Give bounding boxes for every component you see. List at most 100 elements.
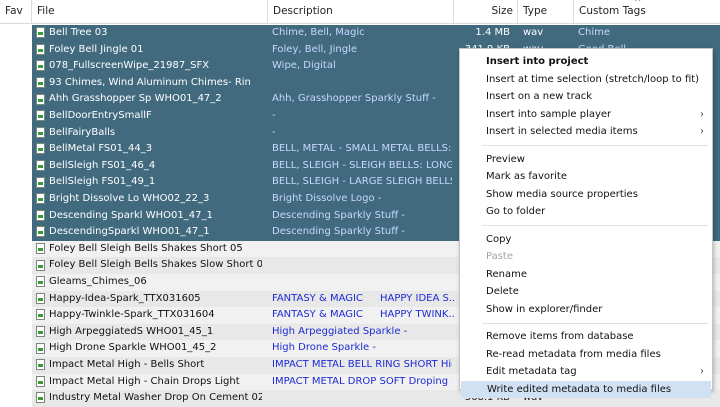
file-name: 93 Chimes, Wind Aluminum Chimes- Rin xyxy=(49,76,251,88)
file-name: Descending Sparkl WHO01_47_1 xyxy=(49,209,213,221)
description-cell: Ahh, Grasshopper Sparkly Stuff - xyxy=(272,93,436,105)
column-header-file[interactable]: File xyxy=(32,0,268,23)
description-cell: Foley, Bell, Jingle xyxy=(272,43,357,55)
menu-item-insert-on-a-new-track[interactable]: Insert on a new track xyxy=(460,88,712,105)
file-cell: BellSleigh FS01_46_4 xyxy=(36,158,262,175)
file-name: BellMetal FS01_44_3 xyxy=(49,143,153,155)
menu-item-go-to-folder[interactable]: Go to folder xyxy=(460,203,712,220)
menu-item-label: Remove items from database xyxy=(486,331,634,342)
audio-file-icon xyxy=(36,110,45,122)
type-cell: wav xyxy=(523,27,544,38)
menu-item-label: Show media source properties xyxy=(486,188,638,200)
menu-item-re-read-metadata-from-media-files[interactable]: Re-read metadata from media files xyxy=(460,346,712,363)
file-cell: Happy-Idea-Spark_TTX031605 xyxy=(36,291,262,308)
menu-item-label: Insert in selected media items xyxy=(486,126,638,137)
menu-item-write-edited-metadata-to-media-files[interactable]: Write edited metadata to media files xyxy=(461,380,711,398)
menu-item-label: Paste xyxy=(486,251,513,262)
menu-item-label: Go to folder xyxy=(486,206,546,217)
sort-indicator-icon: ^ xyxy=(634,0,642,8)
menu-item-insert-in-selected-media-items[interactable]: Insert in selected media items › xyxy=(460,123,712,140)
column-header-bar: Fav File Description Size Type Custom Ta… xyxy=(0,0,720,24)
audio-file-icon xyxy=(36,259,45,271)
description-cell xyxy=(272,390,452,407)
file-name: High Drone Sparkle WHO01_45_2 xyxy=(49,342,217,354)
file-name: BellDoorEntrySmallF xyxy=(49,110,152,121)
menu-item-mark-as-favorite[interactable]: Mark as favorite xyxy=(460,168,712,185)
file-name: BellSleigh FS01_46_4 xyxy=(49,159,156,171)
menu-item-label: Rename xyxy=(486,268,528,280)
menu-item-copy[interactable]: Copy xyxy=(460,231,712,248)
column-header-fav[interactable]: Fav xyxy=(0,0,32,23)
description-cell: IMPACT METAL BELL RING SHORT Hig... xyxy=(272,359,452,370)
description-cell: BELL, METAL - SMALL METAL BELLS: S... xyxy=(272,143,452,155)
column-header-custom-tags[interactable]: Custom Tags xyxy=(574,0,720,23)
menu-item-insert-into-sample-player[interactable]: Insert into sample player › xyxy=(460,106,712,123)
menu-item-show-media-source-properties[interactable]: Show media source properties xyxy=(460,186,712,203)
description-cell xyxy=(272,257,452,274)
description-extra: HAPPY IDEA S... xyxy=(380,292,455,304)
audio-file-icon xyxy=(36,27,45,39)
audio-file-icon xyxy=(36,60,45,72)
audio-file-icon xyxy=(36,93,45,105)
menu-item-remove-items-from-database[interactable]: Remove items from database xyxy=(460,328,712,345)
description-cell: - xyxy=(272,126,276,138)
file-cell: Impact Metal High - Bells Short xyxy=(36,357,262,374)
menu-item-edit-metadata-tag[interactable]: Edit metadata tag › xyxy=(460,363,712,380)
description-cell: Bright Dissolve Logo - xyxy=(272,193,382,204)
file-name: Gleams_Chimes_06 xyxy=(49,276,147,287)
description-cell xyxy=(272,75,452,92)
file-cell: Foley Bell Jingle 01 xyxy=(36,42,262,59)
menu-item-label: Insert on a new track xyxy=(486,91,593,102)
column-header-description[interactable]: Description xyxy=(268,0,454,23)
file-cell: Bright Dissolve Lo WHO02_22_3 xyxy=(36,191,262,208)
file-cell: BellDoorEntrySmallF xyxy=(36,108,262,125)
description-cell: IMPACT METAL DROP SOFT Droping ch... xyxy=(272,375,452,387)
file-name: BellFairyBalls xyxy=(49,126,116,138)
description-cell: BELL, SLEIGH - LARGE SLEIGH BELLS: ... xyxy=(272,176,452,188)
description-cell: FANTASY & MAGIC xyxy=(272,292,363,304)
column-header-size[interactable]: Size xyxy=(454,0,518,23)
file-cell: High Drone Sparkle WHO01_45_2 xyxy=(36,340,262,357)
file-cell: Gleams_Chimes_06 xyxy=(36,274,262,291)
audio-file-icon xyxy=(36,226,45,238)
chevron-right-icon: › xyxy=(700,108,704,120)
file-cell: BellMetal FS01_44_3 xyxy=(36,141,262,158)
file-cell: Industry Metal Washer Drop On Cement 02 xyxy=(36,390,262,407)
menu-item-label: Insert into sample player xyxy=(486,108,612,120)
menu-item-label: Edit metadata tag xyxy=(486,366,577,377)
menu-item-show-in-explorer-finder[interactable]: Show in explorer/finder xyxy=(460,301,712,318)
file-cell: BellSleigh FS01_49_1 xyxy=(36,174,262,191)
description-cell: - xyxy=(272,110,276,121)
file-cell: Descending Sparkl WHO01_47_1 xyxy=(36,208,262,225)
description-cell: Descending Sparkly Stuff - xyxy=(272,209,405,221)
file-name: Bell Tree 03 xyxy=(49,27,108,38)
menu-item-paste[interactable]: Paste xyxy=(460,248,712,265)
menu-separator xyxy=(482,225,708,226)
menu-item-label: Delete xyxy=(486,286,519,297)
audio-file-icon xyxy=(36,359,45,371)
file-name: DescendingSparkl WHO01_47_1 xyxy=(49,226,210,238)
description-cell: High Drone Sparkle - xyxy=(272,342,376,354)
table-row[interactable]: Bell Tree 03 Chime, Bell, Magic 1.4 MB wav C… xyxy=(0,25,720,42)
description-cell xyxy=(272,274,452,291)
menu-item-preview[interactable]: Preview xyxy=(460,151,712,168)
audio-file-icon xyxy=(36,77,45,89)
description-cell: Chime, Bell, Magic xyxy=(272,27,365,38)
menu-item-insert-into-project[interactable]: Insert into project xyxy=(460,53,712,70)
menu-item-insert-at-time-selection-stretch-loop-to-fit[interactable]: Insert at time selection (stretch/loop t… xyxy=(460,71,712,88)
menu-item-delete[interactable]: Delete xyxy=(460,283,712,300)
file-cell: Foley Bell Sleigh Bells Shakes Short 05 xyxy=(36,241,262,258)
audio-file-icon xyxy=(36,193,45,205)
audio-file-icon xyxy=(36,160,45,172)
menu-separator xyxy=(482,145,708,146)
menu-item-rename[interactable]: Rename xyxy=(460,266,712,283)
audio-file-icon xyxy=(36,292,45,304)
menu-item-label: Mark as favorite xyxy=(486,171,568,182)
menu-item-label: Re-read metadata from media files xyxy=(486,348,661,360)
audio-file-icon xyxy=(36,375,45,387)
custom-tags-cell: Chime xyxy=(578,27,610,38)
column-header-type[interactable]: Type xyxy=(518,0,574,23)
file-cell: BellFairyBalls xyxy=(36,125,262,142)
file-cell: Foley Bell Sleigh Bells Shakes Slow Shor… xyxy=(36,257,262,274)
file-cell: DescendingSparkl WHO01_47_1 xyxy=(36,224,262,241)
